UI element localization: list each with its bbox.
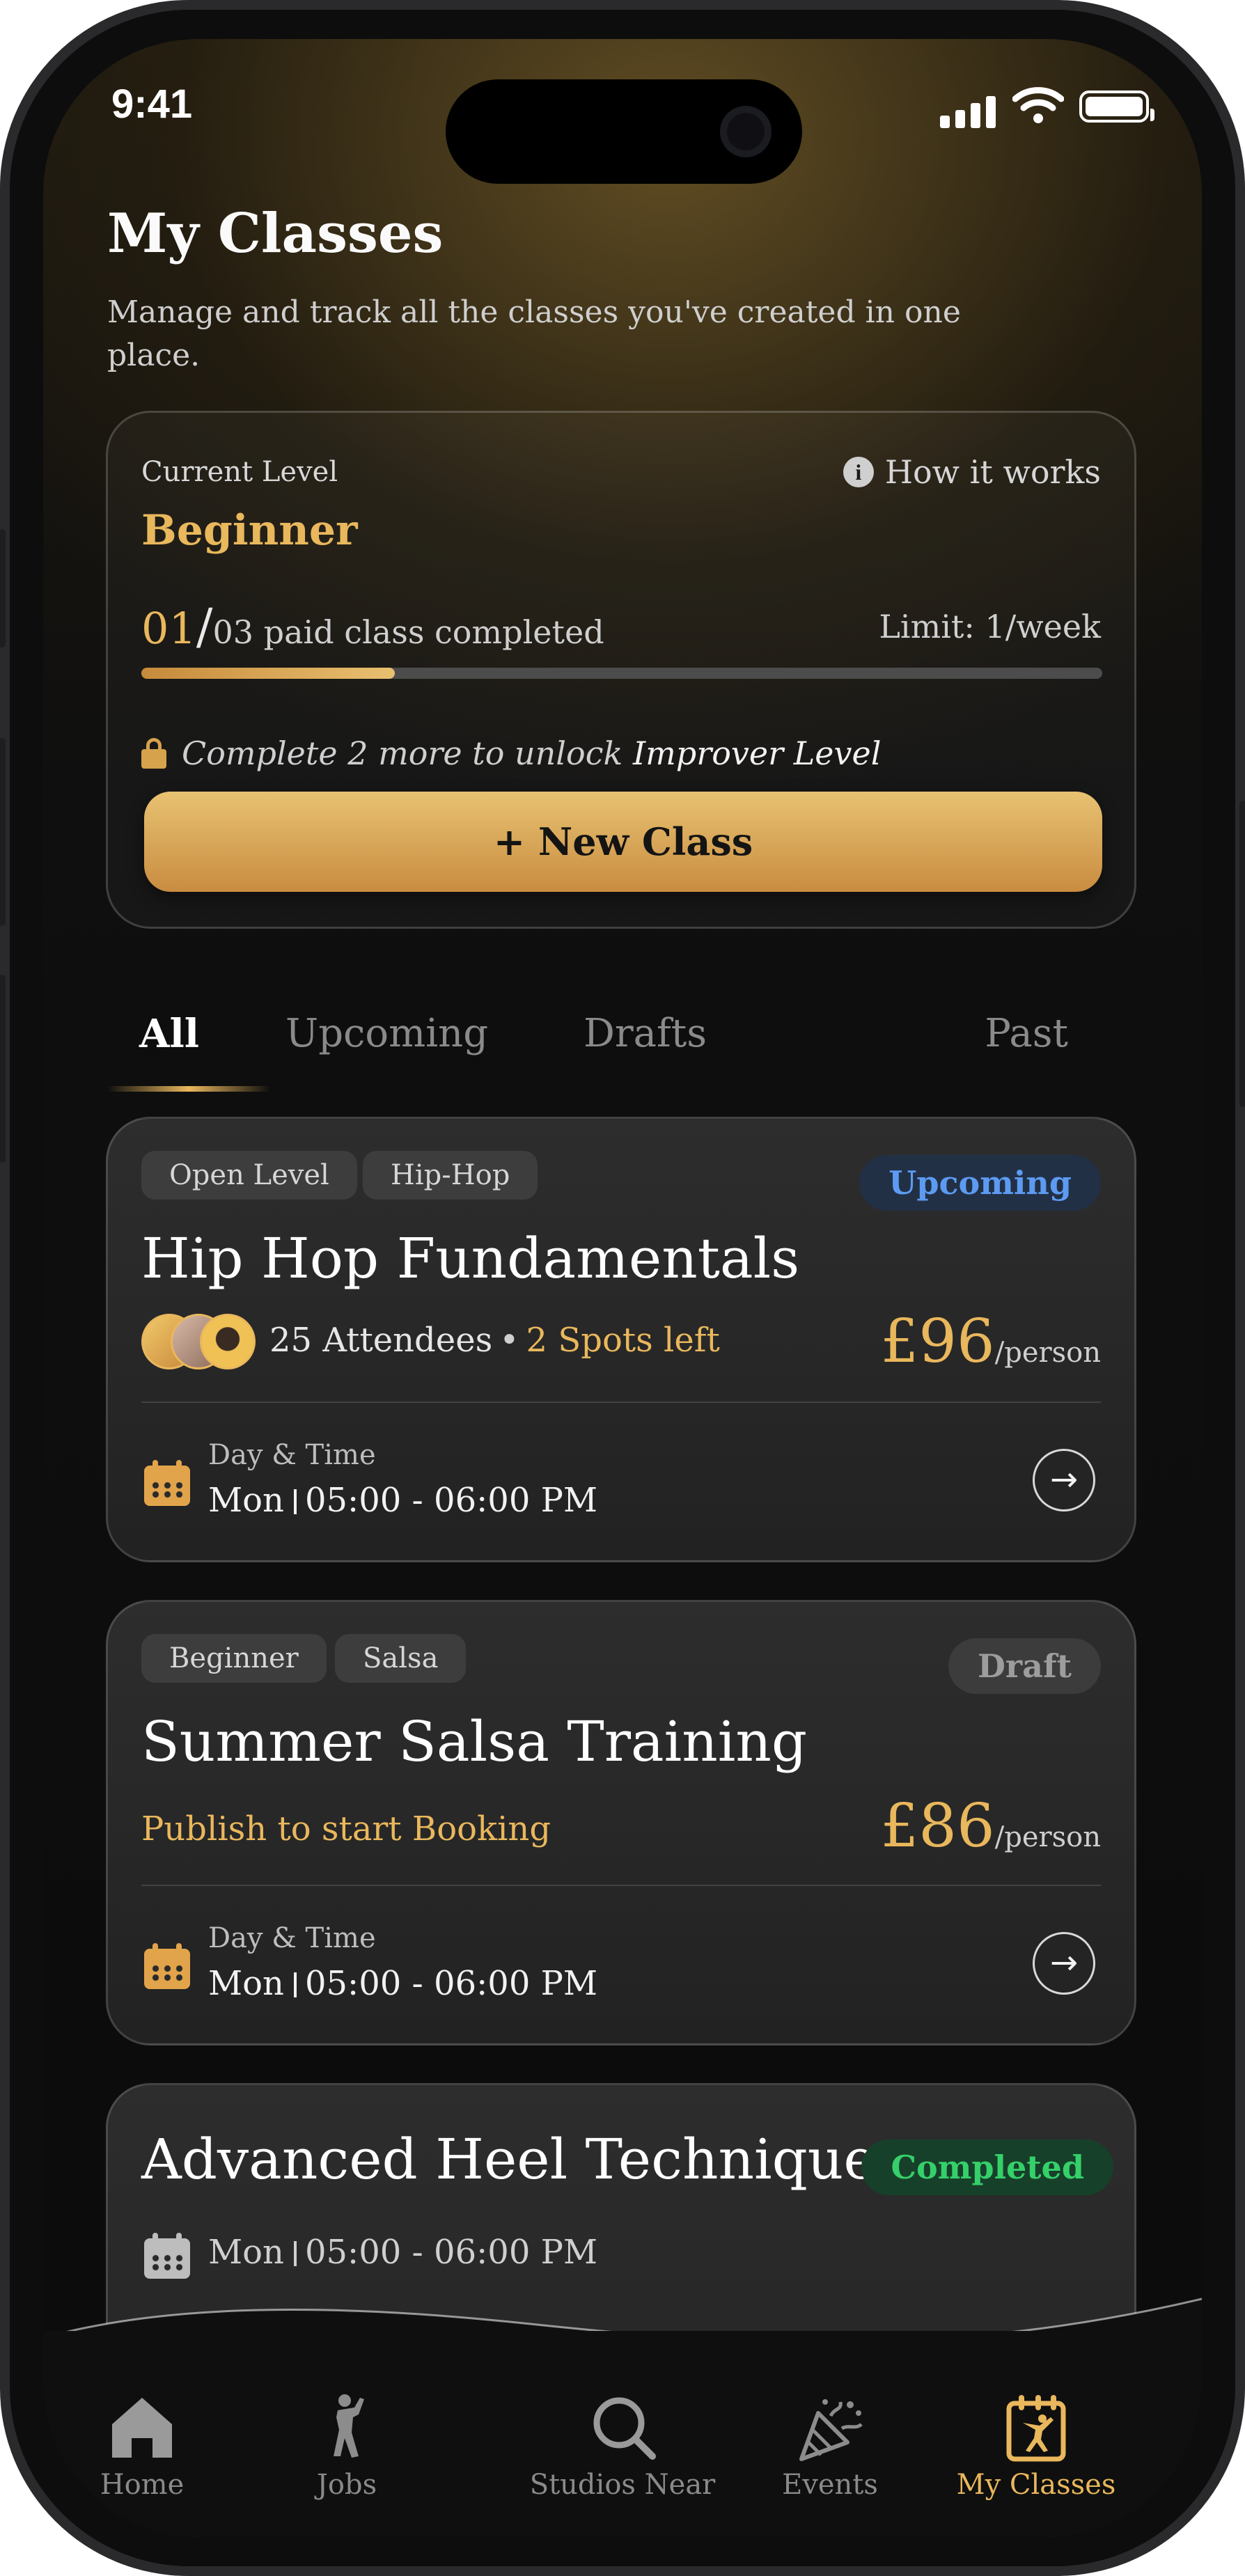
attendee-count: 25 Attendees [269,1321,493,1360]
price-unit: /person [994,1337,1101,1369]
level-card: Current Level i How it works Beginner 01… [106,411,1136,929]
tab-drafts[interactable]: Drafts [584,1011,707,1056]
price-unit: /person [994,1821,1101,1853]
calendar-dancer-icon [932,2389,1141,2466]
level-chip: Open Level [141,1151,357,1200]
day-time-value: Mon 05:00 - 06:00 PM [208,2233,597,2272]
class-filter-tabs: All Upcoming Drafts Past [107,1011,1138,1094]
status-badge: Upcoming [859,1155,1101,1211]
nav-label: Jobs [316,2469,377,2501]
tab-past[interactable]: Past [985,1011,1068,1056]
avatar [200,1314,256,1369]
publish-note: Publish to start Booking [141,1809,551,1848]
class-title: Advanced Heel Technique [141,2127,877,2192]
status-time: 9:41 [111,81,193,127]
unlock-prefix: Complete 2 more to unlock [182,735,623,772]
class-card-salsa[interactable]: Beginner Salsa Draft Summer Salsa Traini… [106,1600,1136,2045]
power-button [1239,801,1245,1107]
weekly-limit: Limit: 1/week [879,608,1101,645]
nav-jobs[interactable]: Jobs [242,2389,451,2501]
class-day: Mon [208,1964,284,2003]
open-class-button[interactable]: → [1033,1932,1095,1995]
current-level-value: Beginner [141,506,358,555]
divider [141,1401,1101,1403]
day-time-value: Mon 05:00 - 06:00 PM [208,1964,597,2003]
class-title: Hip Hop Fundamentals [141,1226,800,1291]
progress-slash: / [196,598,213,655]
battery-icon [1079,91,1154,123]
price-amount: £86 [880,1791,995,1861]
nav-label: My Classes [956,2469,1116,2501]
style-chip: Salsa [335,1634,467,1683]
dynamic-island [446,79,802,184]
day-time-label: Day & Time [208,1922,376,1954]
class-price: £86/person [881,1791,1101,1861]
level-progress-bar [141,668,1102,679]
unlock-hint: Complete 2 more to unlock Improver Level [141,735,881,772]
class-title: Summer Salsa Training [141,1709,808,1774]
dancer-icon [242,2389,451,2466]
class-price: £96/person [881,1307,1101,1376]
action-button [0,529,6,647]
separator-dot: • [499,1321,519,1360]
screen: 9:41 My Classes Manage and track all the… [43,39,1202,2537]
nav-label: Home [100,2469,185,2501]
active-tab-indicator [107,1086,270,1092]
volume-down-button [0,975,6,1163]
price-amount: £96 [880,1307,995,1376]
progress-text: 01/03 paid class completed [141,598,604,655]
status-badge: Completed [861,2139,1113,2195]
calendar-icon [144,1460,190,1506]
nav-label: Events [782,2469,878,2501]
home-icon [43,2389,246,2466]
nav-events[interactable]: Events [726,2389,934,2501]
day-time-value: Mon 05:00 - 06:00 PM [208,1481,597,1520]
how-it-works-label: How it works [884,453,1101,491]
divider [141,1885,1101,1886]
style-chip: Hip-Hop [363,1151,538,1200]
attendee-avatars [141,1314,260,1372]
page-title: My Classes [107,202,444,265]
class-day: Mon [208,1481,284,1520]
progress-total: 03 paid class completed [212,613,604,651]
how-it-works-link[interactable]: i How it works [843,453,1101,491]
info-icon: i [843,457,874,487]
new-class-button[interactable]: + New Class [144,792,1102,892]
level-chip: Beginner [141,1634,327,1683]
unlock-level: Improver Level [632,735,882,772]
party-popper-icon [726,2389,934,2466]
spots-left: 2 Spots left [526,1321,720,1360]
class-time: 05:00 - 06:00 PM [304,1481,598,1520]
level-progress-fill [141,668,396,679]
class-day: Mon [208,2233,284,2272]
tab-upcoming[interactable]: Upcoming [285,1011,488,1056]
tab-all[interactable]: All [139,1011,199,1057]
class-time: 05:00 - 06:00 PM [304,1964,598,2003]
open-class-button[interactable]: → [1033,1449,1095,1511]
class-card-hip-hop[interactable]: Open Level Hip-Hop Upcoming Hip Hop Fund… [106,1117,1136,1562]
class-time: 05:00 - 06:00 PM [304,2233,598,2272]
wifi-icon [1012,87,1064,123]
calendar-icon [144,2233,190,2279]
completed-count: 01 [141,603,196,654]
arrow-right-icon: → [1049,1460,1079,1499]
nav-studios-near[interactable]: Studios Near [518,2389,727,2501]
nav-my-classes[interactable]: My Classes [932,2389,1141,2501]
nav-label: Studios Near [529,2469,716,2501]
volume-up-button [0,738,6,926]
day-time-label: Day & Time [208,1439,376,1471]
lock-icon [141,738,166,769]
attendee-info: 25 Attendees • 2 Spots left [269,1321,720,1360]
page-subtitle: Manage and track all the classes you've … [107,294,961,373]
search-icon [518,2389,727,2466]
phone-frame: 9:41 My Classes Manage and track all the… [0,0,1245,2576]
nav-home[interactable]: Home [43,2389,246,2501]
current-level-label: Current Level [141,456,338,488]
status-icons [940,86,1154,128]
calendar-icon [144,1943,190,1989]
camera-icon [720,106,772,157]
arrow-right-icon: → [1049,1943,1079,1982]
status-badge: Draft [948,1638,1101,1694]
